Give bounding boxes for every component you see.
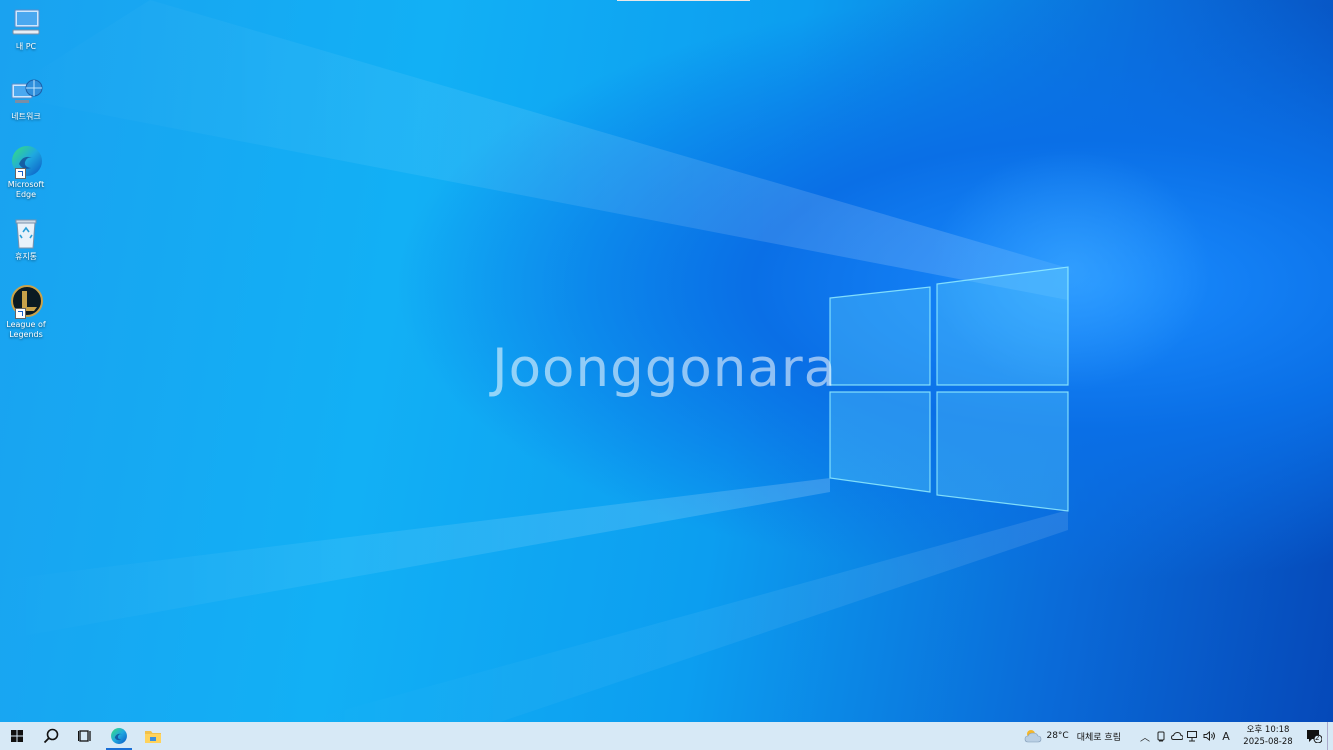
notification-count-badge: 2	[1315, 734, 1320, 742]
taskbar: 28°C 대체로 흐림 ︿ A 오후 10:18 2025-08-28 2	[0, 722, 1333, 750]
desktop-icon-recycle-bin[interactable]: 휴지통	[2, 216, 50, 262]
shortcut-arrow-icon	[15, 308, 26, 319]
windows-start-icon	[11, 730, 23, 742]
folder-icon	[145, 731, 161, 743]
search-icon	[43, 728, 59, 744]
desktop-icon-label-line2: Legends	[9, 330, 43, 339]
speaker-icon	[1203, 731, 1215, 741]
tray-volume-icon[interactable]	[1201, 722, 1217, 750]
top-edge-bar	[617, 0, 750, 1]
tray-onedrive-icon[interactable]	[1169, 722, 1185, 750]
desktop-icon-my-pc[interactable]: 내 PC	[2, 6, 50, 52]
taskbar-file-explorer-button[interactable]	[136, 722, 170, 750]
league-of-legends-icon	[9, 284, 43, 319]
desktop-icon-label: 내 PC	[15, 42, 37, 51]
windows-logo	[829, 266, 1069, 512]
show-desktop-button[interactable]	[1327, 722, 1333, 750]
desktop-icon-label-line2: Edge	[15, 190, 37, 199]
chevron-up-icon: ︿	[1140, 732, 1150, 744]
tray-network-icon[interactable]	[1185, 722, 1201, 750]
notification-center-button[interactable]: 2	[1301, 722, 1327, 750]
weather-temperature: 28°C	[1046, 731, 1069, 741]
cloud-icon	[1171, 732, 1183, 740]
start-button[interactable]	[0, 722, 34, 750]
taskbar-edge-button[interactable]	[102, 722, 136, 750]
search-button[interactable]	[34, 722, 68, 750]
edge-icon	[111, 728, 127, 744]
computer-icon	[9, 6, 43, 40]
desktop: 내 PC 네트워크 Microsoft Edge 휴지통 League of L…	[0, 0, 1333, 722]
task-view-button[interactable]	[68, 722, 102, 750]
clock[interactable]: 오후 10:18 2025-08-28	[1241, 724, 1295, 748]
desktop-icon-label: 네트워크	[11, 112, 41, 121]
watermark-text: Joonggonara	[492, 338, 838, 399]
desktop-icon-network[interactable]: 네트워크	[2, 76, 50, 122]
weather-condition: 대체로 흐림	[1076, 732, 1121, 743]
device-icon	[1157, 731, 1165, 741]
system-tray: 28°C 대체로 흐림 ︿ A 오후 10:18 2025-08-28 2	[1024, 722, 1333, 750]
network-icon	[9, 76, 43, 110]
show-hidden-icons-button[interactable]: ︿	[1137, 722, 1153, 750]
tray-meet-icon[interactable]	[1153, 722, 1169, 750]
desktop-icon-edge[interactable]: Microsoft Edge	[2, 144, 50, 200]
notification-icon	[1307, 730, 1322, 743]
task-view-icon	[78, 730, 91, 742]
weather-widget[interactable]: 28°C 대체로 흐림	[1024, 728, 1121, 744]
desktop-icon-league-of-legends[interactable]: League of Legends	[2, 284, 50, 340]
edge-icon	[9, 144, 43, 179]
desktop-icon-label-line1: Microsoft	[7, 180, 45, 189]
network-status-icon	[1187, 730, 1197, 741]
recycle-bin-icon	[9, 216, 43, 250]
input-indicator[interactable]: A	[1217, 722, 1235, 750]
partly-cloudy-icon	[1025, 730, 1042, 743]
desktop-icon-label-line1: League of	[6, 320, 46, 329]
desktop-icon-label: 휴지통	[14, 252, 38, 261]
clock-time: 오후 10:18	[1246, 725, 1290, 735]
shortcut-arrow-icon	[15, 168, 26, 179]
input-indicator-label: A	[1222, 729, 1230, 743]
clock-date: 2025-08-28	[1243, 737, 1293, 747]
